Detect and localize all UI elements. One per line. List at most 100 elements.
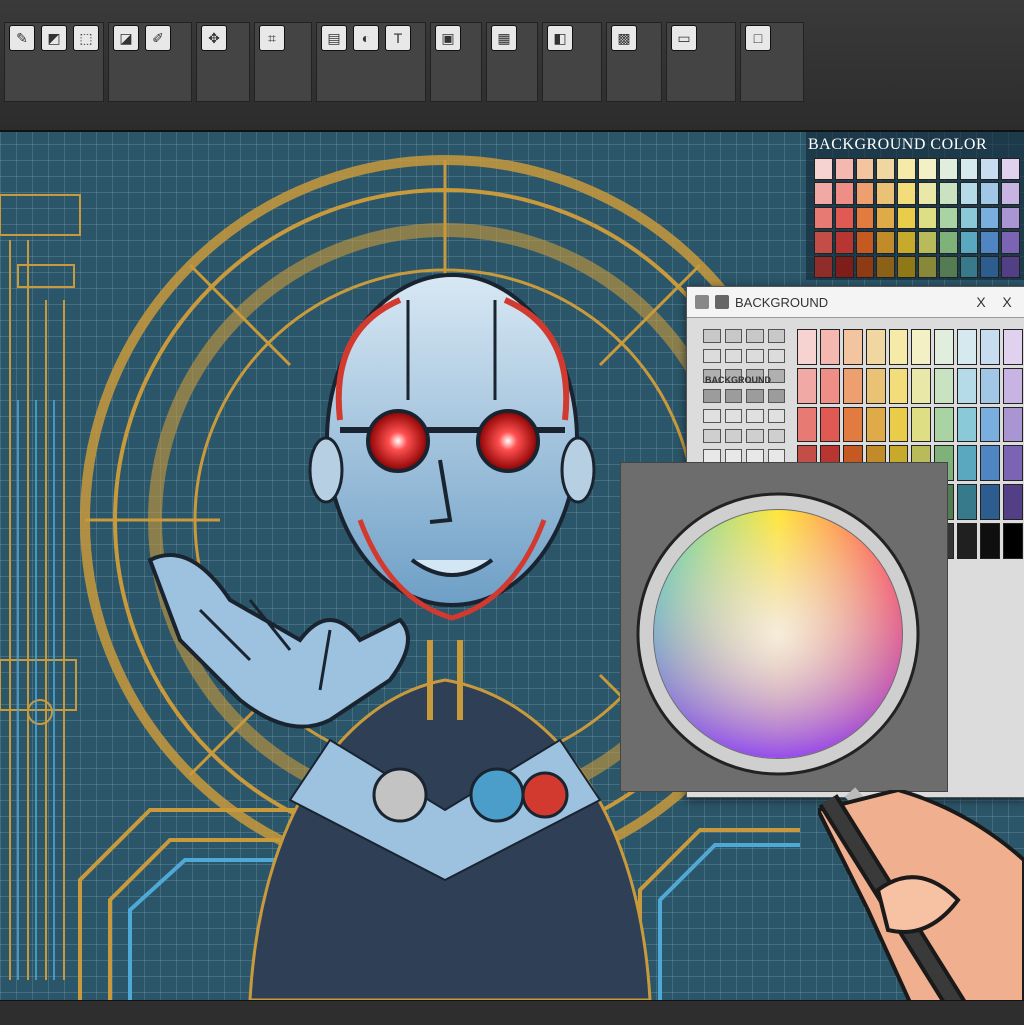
- brush-tool-icon[interactable]: ✎: [9, 25, 35, 51]
- color-swatch[interactable]: [819, 367, 840, 404]
- color-swatch[interactable]: [814, 158, 833, 181]
- color-swatch[interactable]: [834, 206, 854, 230]
- close-icon-2[interactable]: X: [997, 294, 1017, 310]
- color-swatch[interactable]: [917, 231, 937, 254]
- color-swatch[interactable]: [855, 206, 875, 230]
- photo-tool-icon[interactable]: ▦: [491, 25, 517, 51]
- color-swatch[interactable]: [797, 367, 817, 404]
- swatch[interactable]: [703, 349, 721, 363]
- color-swatch[interactable]: [855, 231, 875, 254]
- color-swatch[interactable]: [797, 406, 817, 443]
- color-swatch[interactable]: [980, 406, 1001, 443]
- color-swatch[interactable]: [938, 206, 958, 230]
- color-tool-icon[interactable]: ◧: [547, 25, 573, 51]
- swatch[interactable]: [724, 429, 742, 443]
- color-swatch[interactable]: [1001, 158, 1020, 181]
- swatch[interactable]: [724, 409, 742, 423]
- swatch[interactable]: [746, 349, 764, 363]
- color-swatch[interactable]: [938, 255, 958, 278]
- color-swatch[interactable]: [957, 484, 978, 521]
- color-swatch[interactable]: [938, 158, 958, 181]
- color-swatch[interactable]: [897, 206, 916, 230]
- color-swatch[interactable]: [1003, 329, 1023, 365]
- color-swatch[interactable]: [797, 329, 817, 365]
- color-swatch[interactable]: [938, 182, 958, 205]
- select-tool-icon[interactable]: ⬚: [73, 25, 99, 51]
- swatch-row[interactable]: [703, 429, 785, 443]
- adjust-tool-icon[interactable]: ◐: [353, 25, 379, 51]
- swatch[interactable]: [703, 409, 721, 423]
- swatch[interactable]: [703, 389, 721, 403]
- swatch-row[interactable]: [703, 329, 785, 343]
- color-swatch[interactable]: [1003, 484, 1023, 521]
- color-swatch[interactable]: [957, 367, 978, 404]
- color-swatch[interactable]: [842, 367, 863, 404]
- swatch[interactable]: [767, 409, 785, 423]
- color-swatch[interactable]: [865, 406, 886, 443]
- color-swatch[interactable]: [876, 255, 896, 278]
- color-swatch[interactable]: [897, 158, 916, 181]
- swatch-row[interactable]: [703, 409, 785, 423]
- color-swatch[interactable]: [1003, 445, 1023, 482]
- color-swatch[interactable]: [959, 255, 979, 278]
- color-swatch[interactable]: [842, 329, 863, 365]
- color-swatch[interactable]: [834, 231, 854, 254]
- color-swatch[interactable]: [855, 182, 875, 205]
- color-swatch[interactable]: [834, 158, 854, 181]
- move-tool-icon[interactable]: ✥: [201, 25, 227, 51]
- swatch[interactable]: [767, 329, 785, 343]
- color-swatch[interactable]: [1001, 182, 1020, 205]
- color-swatch[interactable]: [938, 231, 958, 254]
- swatch[interactable]: [724, 349, 742, 363]
- image-tool-icon[interactable]: ▣: [435, 25, 461, 51]
- color-swatch[interactable]: [897, 182, 916, 205]
- color-swatch[interactable]: [865, 367, 886, 404]
- color-swatch[interactable]: [934, 406, 955, 443]
- color-swatch[interactable]: [980, 523, 1001, 559]
- color-swatch[interactable]: [980, 329, 1001, 365]
- color-swatch[interactable]: [917, 206, 937, 230]
- color-swatch[interactable]: [980, 484, 1001, 521]
- color-swatch[interactable]: [911, 329, 932, 365]
- swatch-row[interactable]: [703, 389, 785, 403]
- color-swatch[interactable]: [980, 445, 1001, 482]
- color-swatch[interactable]: [897, 231, 916, 254]
- color-swatch[interactable]: [957, 406, 978, 443]
- color-swatch[interactable]: [1001, 231, 1020, 254]
- color-swatch[interactable]: [834, 182, 854, 205]
- color-swatch[interactable]: [934, 329, 955, 365]
- color-swatch[interactable]: [1001, 206, 1020, 230]
- swatch[interactable]: [703, 429, 721, 443]
- color-swatch[interactable]: [980, 182, 1000, 205]
- color-swatch[interactable]: [934, 367, 955, 404]
- color-swatch[interactable]: [819, 329, 840, 365]
- window-tool-icon[interactable]: □: [745, 25, 771, 51]
- color-swatch[interactable]: [876, 231, 896, 254]
- color-swatch[interactable]: [980, 206, 1000, 230]
- color-swatch[interactable]: [959, 182, 979, 205]
- swatch[interactable]: [703, 329, 721, 343]
- color-swatch[interactable]: [865, 329, 886, 365]
- color-swatch[interactable]: [957, 445, 978, 482]
- color-swatch[interactable]: [911, 367, 932, 404]
- swatch[interactable]: [767, 449, 785, 463]
- swatch-row[interactable]: [703, 449, 785, 463]
- swatch-row[interactable]: [703, 349, 785, 363]
- color-swatch[interactable]: [957, 523, 978, 559]
- color-swatch[interactable]: [1003, 367, 1023, 404]
- color-swatch[interactable]: [957, 329, 978, 365]
- swatch[interactable]: [724, 389, 742, 403]
- swatch[interactable]: [703, 449, 721, 463]
- color-swatch[interactable]: [855, 255, 875, 278]
- color-swatch[interactable]: [855, 158, 875, 181]
- color-swatch[interactable]: [876, 182, 896, 205]
- pen-tool-icon[interactable]: ✐: [145, 25, 171, 51]
- color-swatch[interactable]: [1001, 255, 1020, 278]
- color-swatch[interactable]: [814, 182, 833, 205]
- color-swatch[interactable]: [917, 158, 937, 181]
- color-swatch[interactable]: [959, 206, 979, 230]
- color-swatch[interactable]: [814, 231, 833, 254]
- swatch[interactable]: [724, 329, 742, 343]
- fill-tool-icon[interactable]: ◪: [113, 25, 139, 51]
- swatch[interactable]: [767, 349, 785, 363]
